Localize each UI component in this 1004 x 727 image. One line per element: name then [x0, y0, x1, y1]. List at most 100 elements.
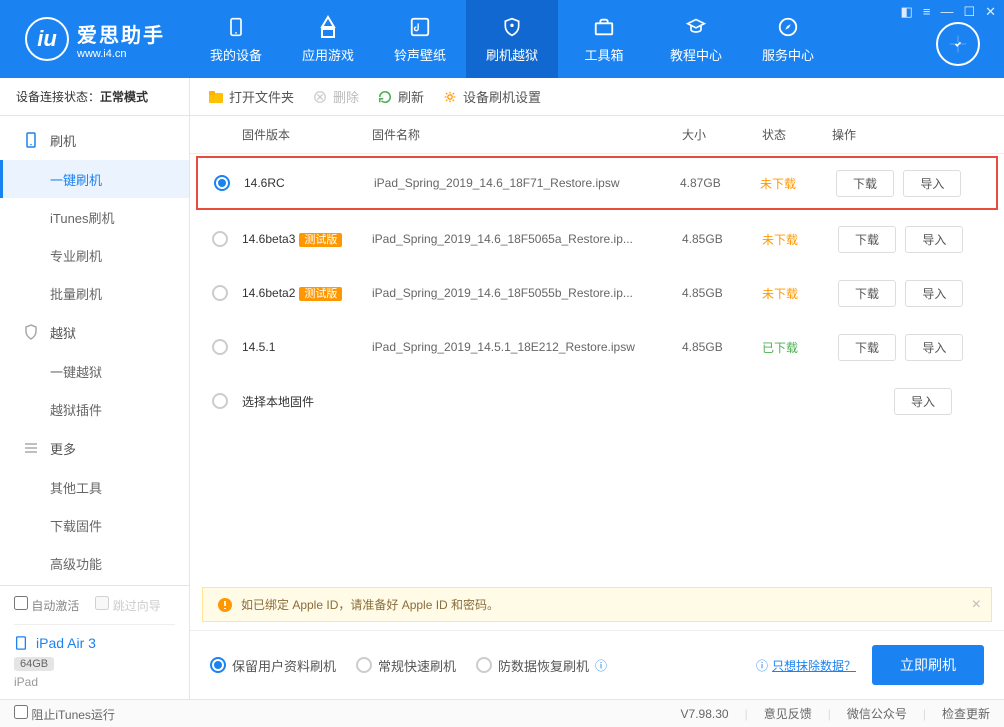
download-button[interactable]: 下载 — [836, 170, 894, 197]
import-button[interactable]: 导入 — [905, 334, 963, 361]
folder-icon — [208, 89, 224, 105]
window-controls: ◧ ≡ — ☐ ✕ — [901, 4, 996, 20]
radio-icon — [356, 657, 372, 673]
download-button[interactable]: 下载 — [838, 334, 896, 361]
option-normal[interactable]: 常规快速刷机 — [356, 656, 456, 675]
gear-icon — [442, 89, 458, 105]
firmware-row[interactable]: 14.6RC iPad_Spring_2019_14.6_18F71_Resto… — [196, 156, 998, 210]
import-button[interactable]: 导入 — [905, 226, 963, 253]
fw-size: 4.87GB — [680, 176, 760, 190]
beta-badge: 测试版 — [299, 233, 342, 247]
sidebar: 刷机 一键刷机 iTunes刷机 专业刷机 批量刷机 越狱 一键越狱 越狱插件 … — [0, 116, 190, 699]
graduation-icon — [684, 15, 708, 39]
minimize-icon[interactable]: — — [940, 4, 953, 20]
warning-close-icon[interactable]: × — [972, 596, 981, 614]
maximize-icon[interactable]: ☐ — [963, 4, 975, 20]
fw-version: 14.6RC — [244, 176, 374, 190]
flash-options: 保留用户资料刷机 常规快速刷机 防数据恢复刷机 ⓘ ⓘ 只想抹除数据？ 立即刷机 — [190, 630, 1004, 699]
local-fw-label: 选择本地固件 — [242, 393, 372, 410]
wechat-link[interactable]: 微信公众号 — [828, 705, 907, 722]
nav-service[interactable]: 服务中心 — [742, 0, 834, 78]
nav-apps[interactable]: 应用游戏 — [282, 0, 374, 78]
th-status: 状态 — [762, 126, 832, 143]
import-button[interactable]: 导入 — [905, 280, 963, 307]
th-name: 固件名称 — [372, 126, 682, 143]
erase-data-link[interactable]: 只想抹除数据？ — [772, 657, 856, 674]
fw-version: 14.5.1 — [242, 340, 372, 354]
check-update-link[interactable]: 检查更新 — [923, 705, 990, 722]
more-icon — [22, 439, 40, 457]
stop-itunes-checkbox[interactable]: 阻止iTunes运行 — [14, 705, 115, 723]
fw-name: iPad_Spring_2019_14.6_18F71_Restore.ipsw — [374, 176, 680, 190]
sidebar-flash[interactable]: 刷机 — [0, 120, 189, 160]
option-recovery[interactable]: 防数据恢复刷机 ⓘ — [476, 656, 607, 675]
sidebar-itunes-flash[interactable]: iTunes刷机 — [0, 198, 189, 236]
device-name[interactable]: iPad Air 3 — [14, 635, 175, 651]
sidebar-advanced[interactable]: 高级功能 — [0, 544, 189, 582]
nav-toolbox[interactable]: 工具箱 — [558, 0, 650, 78]
sidebar-bottom: 自动激活 跳过向导 iPad Air 3 64GB iPad — [0, 585, 189, 699]
shield-icon — [500, 15, 524, 39]
radio-icon — [210, 657, 226, 673]
fw-version: 14.6beta3测试版 — [242, 231, 372, 247]
delete-icon — [312, 89, 328, 105]
radio-icon[interactable] — [212, 231, 228, 247]
footer: 阻止iTunes运行 V7.98.30 意见反馈 微信公众号 检查更新 — [0, 699, 1004, 727]
sidebar-jb-plugins[interactable]: 越狱插件 — [0, 390, 189, 428]
menu-icon[interactable]: ≡ — [923, 4, 931, 20]
nav-tutorials[interactable]: 教程中心 — [650, 0, 742, 78]
nav-my-device[interactable]: 我的设备 — [190, 0, 282, 78]
delete-button[interactable]: 删除 — [312, 87, 359, 106]
storage-badge: 64GB — [14, 657, 54, 671]
download-button[interactable]: 下载 — [838, 280, 896, 307]
auto-activate-checkbox[interactable]: 自动激活 — [14, 596, 79, 614]
device-icon — [224, 15, 248, 39]
nav-ringtones[interactable]: 铃声壁纸 — [374, 0, 466, 78]
sidebar-one-click-flash[interactable]: 一键刷机 — [0, 160, 189, 198]
import-button[interactable]: 导入 — [903, 170, 961, 197]
sidebar-other-tools[interactable]: 其他工具 — [0, 468, 189, 506]
fw-name: iPad_Spring_2019_14.6_18F5055b_Restore.i… — [372, 286, 682, 300]
th-version: 固件版本 — [242, 126, 372, 143]
nav-tabs: 我的设备 应用游戏 铃声壁纸 刷机越狱 工具箱 教程中心 服务中心 — [190, 0, 834, 78]
sidebar-download-fw[interactable]: 下载固件 — [0, 506, 189, 544]
flash-now-button[interactable]: 立即刷机 — [872, 645, 984, 685]
sidebar-more[interactable]: 更多 — [0, 428, 189, 468]
content: 固件版本 固件名称 大小 状态 操作 14.6RC iPad_Spring_20… — [190, 116, 1004, 699]
scan-button[interactable] — [936, 22, 980, 66]
flash-icon — [22, 131, 40, 149]
feedback-link[interactable]: 意见反馈 — [745, 705, 812, 722]
info-icon[interactable]: ⓘ — [595, 657, 607, 674]
local-firmware-row[interactable]: 选择本地固件 导入 — [190, 374, 1004, 428]
refresh-icon — [377, 89, 393, 105]
th-size: 大小 — [682, 126, 762, 143]
radio-icon[interactable] — [212, 339, 228, 355]
beta-badge: 测试版 — [299, 287, 342, 301]
open-folder-button[interactable]: 打开文件夹 — [208, 87, 294, 106]
fw-version: 14.6beta2测试版 — [242, 285, 372, 301]
option-keep-data[interactable]: 保留用户资料刷机 — [210, 656, 336, 675]
logo-title: 爱思助手 — [77, 19, 165, 48]
fw-size: 4.85GB — [682, 286, 762, 300]
logo-subtitle: www.i4.cn — [77, 48, 165, 60]
sidebar-batch-flash[interactable]: 批量刷机 — [0, 274, 189, 312]
firmware-row[interactable]: 14.6beta2测试版 iPad_Spring_2019_14.6_18F50… — [190, 266, 1004, 320]
sidebar-jailbreak[interactable]: 越狱 — [0, 312, 189, 352]
radio-icon[interactable] — [214, 175, 230, 191]
settings-button[interactable]: 设备刷机设置 — [442, 87, 541, 106]
close-icon[interactable]: ✕ — [985, 4, 996, 20]
firmware-row[interactable]: 14.5.1 iPad_Spring_2019_14.5.1_18E212_Re… — [190, 320, 1004, 374]
refresh-button[interactable]: 刷新 — [377, 87, 424, 106]
import-button[interactable]: 导入 — [894, 388, 952, 415]
nav-flash[interactable]: 刷机越狱 — [466, 0, 558, 78]
firmware-row[interactable]: 14.6beta3测试版 iPad_Spring_2019_14.6_18F50… — [190, 212, 1004, 266]
sidebar-one-click-jb[interactable]: 一键越狱 — [0, 352, 189, 390]
sidebar-pro-flash[interactable]: 专业刷机 — [0, 236, 189, 274]
skip-guide-checkbox[interactable]: 跳过向导 — [95, 596, 160, 614]
radio-icon[interactable] — [212, 393, 228, 409]
version-label: V7.98.30 — [681, 707, 729, 721]
apps-icon — [316, 15, 340, 39]
radio-icon[interactable] — [212, 285, 228, 301]
download-button[interactable]: 下载 — [838, 226, 896, 253]
skin-icon[interactable]: ◧ — [901, 4, 913, 20]
